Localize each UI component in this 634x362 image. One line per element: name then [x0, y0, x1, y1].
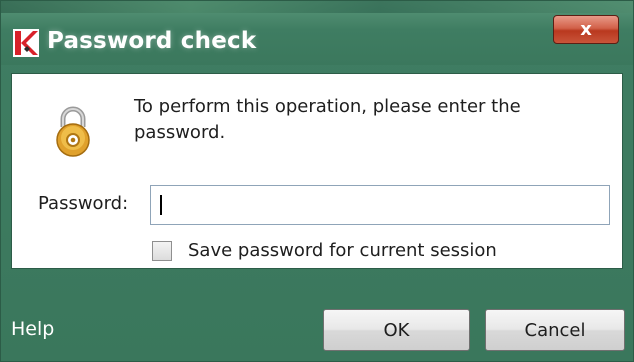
save-password-label[interactable]: Save password for current session: [188, 240, 497, 261]
password-label: Password:: [38, 193, 129, 214]
padlock-icon: [56, 106, 90, 157]
help-link[interactable]: Help: [11, 318, 54, 340]
cancel-button[interactable]: Cancel: [485, 309, 625, 351]
title-bar[interactable]: Password check x: [1, 1, 633, 65]
title-bar-glass: [1, 1, 633, 13]
password-check-dialog: Password check x To perform this operati…: [0, 0, 634, 362]
save-password-checkbox[interactable]: [152, 241, 172, 261]
close-button[interactable]: x: [553, 15, 619, 44]
window-title: Password check: [47, 28, 257, 54]
instruction-text: To perform this operation, please enter …: [134, 96, 521, 143]
password-field[interactable]: [150, 185, 610, 225]
dialog-content: To perform this operation, please enter …: [11, 73, 623, 269]
text-caret: [160, 195, 162, 215]
kaspersky-logo-icon: [13, 29, 39, 57]
ok-button[interactable]: OK: [323, 309, 470, 351]
close-icon: x: [580, 19, 592, 40]
